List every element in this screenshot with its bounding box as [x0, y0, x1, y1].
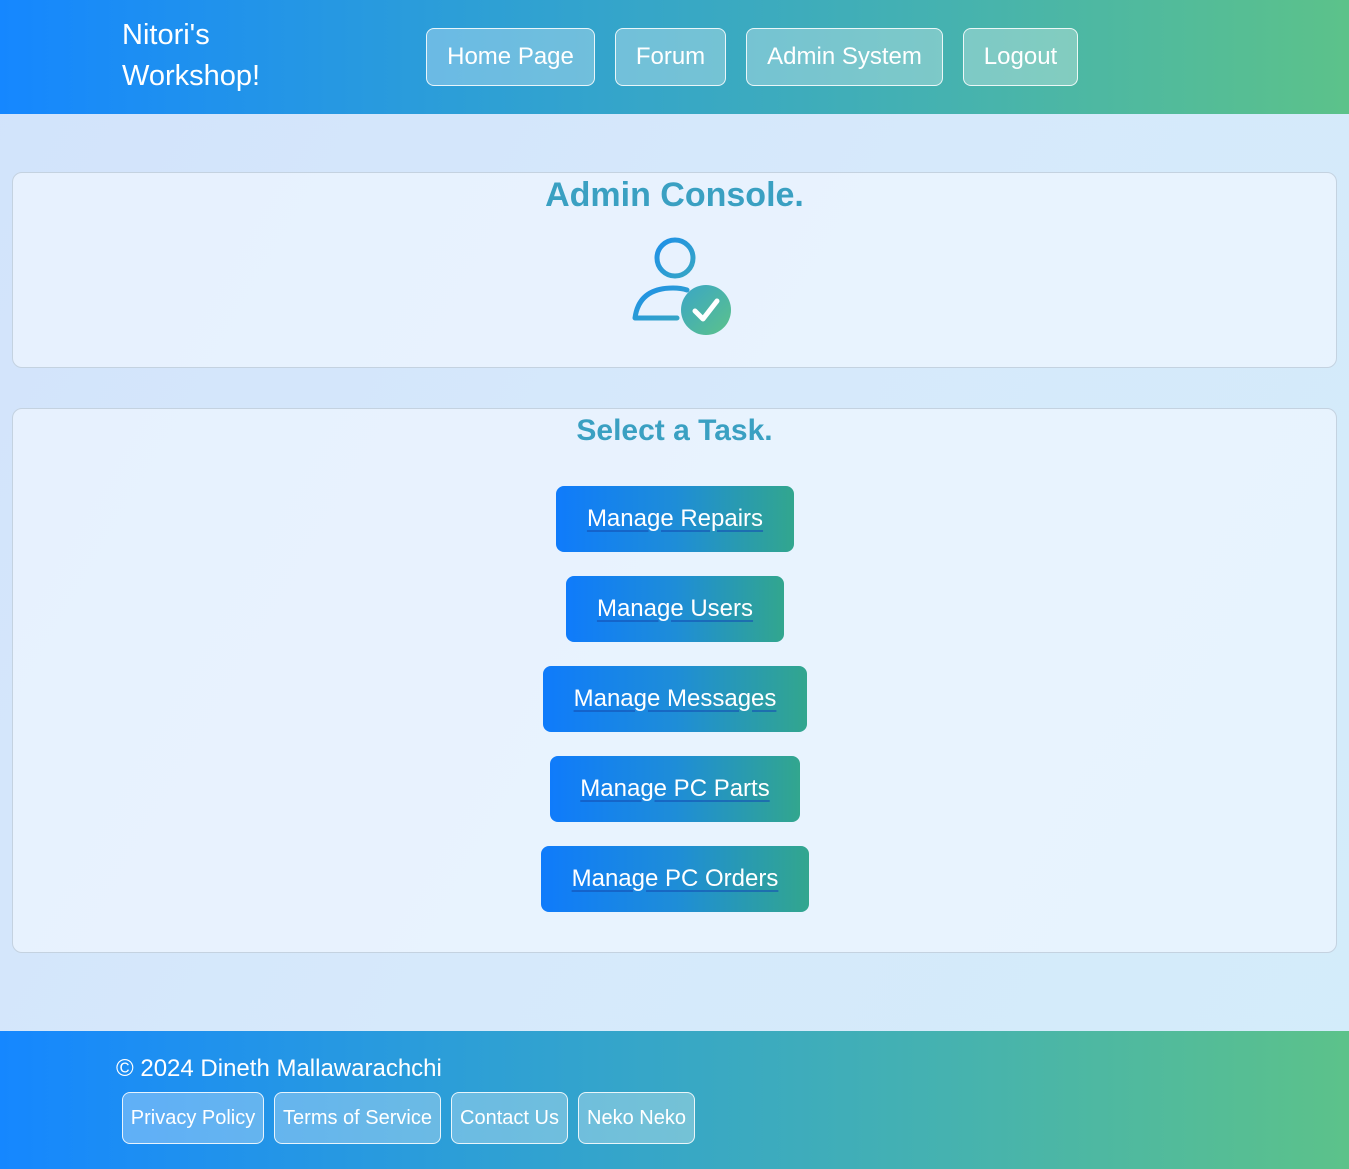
user-check-icon — [632, 237, 731, 335]
nav-logout[interactable]: Logout — [963, 28, 1078, 86]
nav-admin-system[interactable]: Admin System — [746, 28, 943, 86]
manage-pc-parts-button[interactable]: Manage PC Parts — [550, 756, 800, 822]
manage-messages-label: Manage Messages — [573, 685, 777, 712]
site-header: Nitori's Workshop! Home Page Forum Admin… — [0, 0, 1349, 114]
footer-contact-us[interactable]: Contact Us — [451, 1092, 568, 1144]
manage-users-label: Manage Users — [596, 595, 754, 622]
nav-home-page[interactable]: Home Page — [426, 28, 595, 86]
manage-repairs-label: Manage Repairs — [586, 505, 764, 532]
site-footer: © 2024 Dineth Mallawarachchi Privacy Pol… — [0, 1031, 1349, 1169]
copyright-text: © 2024 Dineth Mallawarachchi — [116, 1055, 442, 1082]
nav-forum[interactable]: Forum — [615, 28, 726, 86]
footer-neko-neko[interactable]: Neko Neko — [578, 1092, 695, 1144]
manage-pc-orders-button[interactable]: Manage PC Orders — [541, 846, 809, 912]
admin-console-title: Admin Console. — [545, 176, 804, 214]
footer-privacy-policy[interactable]: Privacy Policy — [122, 1092, 264, 1144]
brand-title[interactable]: Nitori's Workshop! — [122, 15, 322, 97]
manage-messages-button[interactable]: Manage Messages — [543, 666, 807, 732]
footer-terms-of-service[interactable]: Terms of Service — [274, 1092, 441, 1144]
manage-pc-parts-label: Manage PC Parts — [580, 775, 770, 802]
manage-users-button[interactable]: Manage Users — [566, 576, 784, 642]
manage-repairs-button[interactable]: Manage Repairs — [556, 486, 794, 552]
task-title: Select a Task. — [576, 414, 773, 447]
task-card: Select a Task. Manage Repairs Manage Use… — [12, 408, 1337, 953]
manage-pc-orders-label: Manage PC Orders — [571, 865, 779, 892]
admin-console-card: Admin Console. — [12, 172, 1337, 368]
